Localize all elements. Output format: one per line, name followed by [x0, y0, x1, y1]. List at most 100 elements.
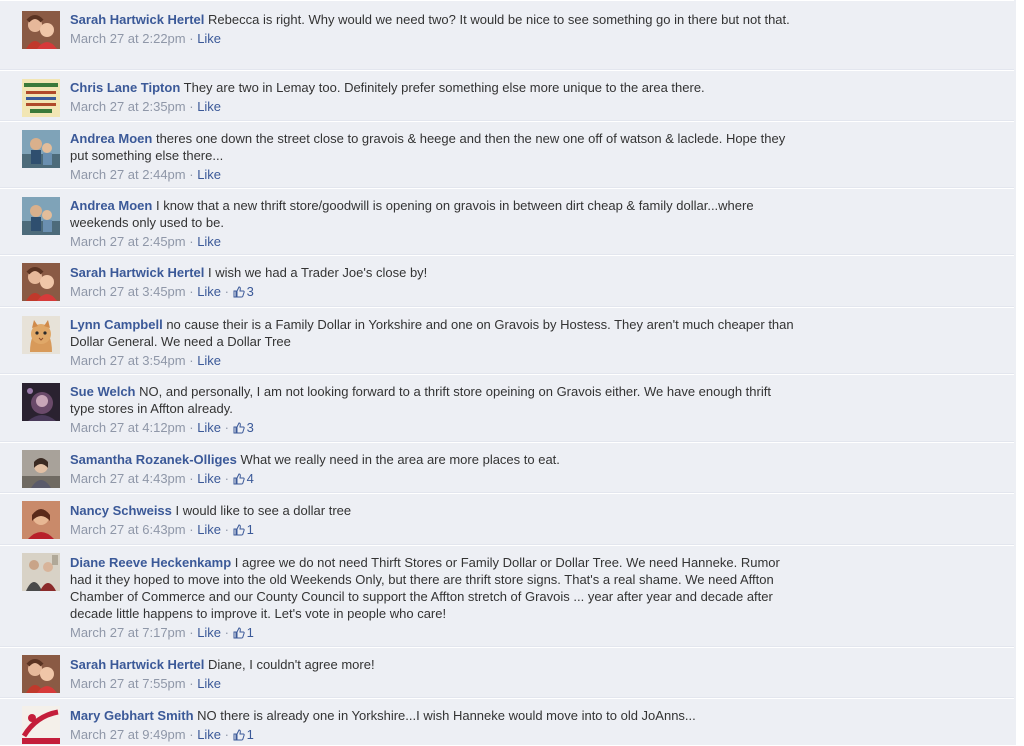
comment-meta: March 27 at 4:12pm · Like · 3 [70, 418, 795, 439]
comment-text: Diane, I couldn't agree more! [208, 657, 375, 672]
meta-separator: · [221, 284, 233, 299]
comment-text: Rebecca is right. Why would we need two?… [208, 12, 790, 27]
comment-author[interactable]: Chris Lane Tipton [70, 80, 180, 95]
thumbs-up-icon[interactable] [233, 284, 245, 303]
andrea-avatar[interactable] [22, 130, 60, 168]
like-count[interactable]: 4 [247, 471, 254, 486]
thumbs-up-icon[interactable] [233, 471, 245, 490]
comment-meta: March 27 at 2:45pm · Like [70, 232, 795, 251]
comment-meta: March 27 at 3:54pm · Like [70, 351, 795, 370]
meta-separator: · [185, 99, 198, 114]
like-count[interactable]: 1 [247, 625, 254, 640]
andrea-avatar[interactable] [22, 197, 60, 235]
chris-avatar[interactable] [22, 79, 60, 117]
like-link[interactable]: Like [197, 522, 221, 537]
comment-text: theres one down the street close to grav… [70, 131, 786, 163]
comment-author[interactable]: Diane Reeve Heckenkamp [70, 555, 231, 570]
comment-item: Chris Lane Tipton They are two in Lemay … [0, 70, 1014, 121]
meta-separator: · [185, 420, 198, 435]
meta-separator: · [185, 471, 198, 486]
comment-meta: March 27 at 2:22pm · Like [70, 29, 795, 48]
comment-author[interactable]: Sarah Hartwick Hertel [70, 12, 204, 27]
comment-text: NO, and personally, I am not looking for… [70, 384, 771, 416]
like-link[interactable]: Like [197, 471, 221, 486]
comment-item: Sarah Hartwick Hertel I wish we had a Tr… [0, 255, 1014, 307]
sue-avatar[interactable] [22, 383, 60, 421]
like-link[interactable]: Like [197, 727, 221, 742]
comment-meta: March 27 at 7:55pm · Like [70, 674, 795, 693]
mary-avatar[interactable] [22, 706, 60, 744]
comment-author[interactable]: Sarah Hartwick Hertel [70, 657, 204, 672]
like-count[interactable]: 1 [247, 522, 254, 537]
like-link[interactable]: Like [197, 31, 221, 46]
like-link[interactable]: Like [197, 167, 221, 182]
comment-meta: March 27 at 3:45pm · Like · 3 [70, 282, 795, 303]
comment-text: no cause their is a Family Dollar in Yor… [70, 317, 794, 349]
comment-timestamp[interactable]: March 27 at 4:43pm [70, 471, 186, 486]
comment-item: Sarah Hartwick Hertel Rebecca is right. … [0, 0, 1014, 70]
meta-separator: · [221, 420, 233, 435]
meta-separator: · [185, 353, 198, 368]
diane-avatar[interactable] [22, 553, 60, 591]
lynn-avatar[interactable] [22, 316, 60, 354]
comment-timestamp[interactable]: March 27 at 7:55pm [70, 676, 186, 691]
like-link[interactable]: Like [197, 625, 221, 640]
comment-author[interactable]: Andrea Moen [70, 198, 152, 213]
sarah-avatar[interactable] [22, 11, 60, 49]
comment-timestamp[interactable]: March 27 at 3:54pm [70, 353, 186, 368]
like-count[interactable]: 3 [247, 420, 254, 435]
like-link[interactable]: Like [197, 420, 221, 435]
comment-thread-panel: Sarah Hartwick Hertel Rebecca is right. … [0, 0, 1017, 745]
like-count[interactable]: 1 [247, 727, 254, 742]
comment-author[interactable]: Andrea Moen [70, 131, 152, 146]
comment-timestamp[interactable]: March 27 at 7:17pm [70, 625, 186, 640]
comment-timestamp[interactable]: March 27 at 3:45pm [70, 284, 186, 299]
like-link[interactable]: Like [197, 676, 221, 691]
thumbs-up-icon[interactable] [233, 522, 245, 541]
comment-item: Diane Reeve Heckenkamp I agree we do not… [0, 545, 1014, 647]
comment-author[interactable]: Sue Welch [70, 384, 136, 399]
like-link[interactable]: Like [197, 234, 221, 249]
comment-author[interactable]: Sarah Hartwick Hertel [70, 265, 204, 280]
meta-separator: · [185, 31, 198, 46]
like-link[interactable]: Like [197, 353, 221, 368]
comment-timestamp[interactable]: March 27 at 2:35pm [70, 99, 186, 114]
comment-text: NO there is already one in Yorkshire...I… [197, 708, 696, 723]
comment-meta: March 27 at 4:43pm · Like · 4 [70, 469, 795, 490]
samantha-avatar[interactable] [22, 450, 60, 488]
comment-timestamp[interactable]: March 27 at 2:45pm [70, 234, 186, 249]
page-margin [1016, 0, 1024, 745]
comment-meta: March 27 at 2:44pm · Like [70, 165, 795, 184]
comment-timestamp[interactable]: March 27 at 2:22pm [70, 31, 186, 46]
comment-meta: March 27 at 2:35pm · Like [70, 97, 795, 116]
comment-item: Sarah Hartwick Hertel Diane, I couldn't … [0, 647, 1014, 698]
comment-author[interactable]: Lynn Campbell [70, 317, 163, 332]
comment-timestamp[interactable]: March 27 at 6:43pm [70, 522, 186, 537]
nancy-avatar[interactable] [22, 501, 60, 539]
thumbs-up-icon[interactable] [233, 625, 245, 644]
sarah-avatar[interactable] [22, 263, 60, 301]
comment-author[interactable]: Samantha Rozanek-Olliges [70, 452, 237, 467]
thumbs-up-icon[interactable] [233, 420, 245, 439]
comment-timestamp[interactable]: March 27 at 9:49pm [70, 727, 186, 742]
meta-separator: · [185, 676, 198, 691]
comment-text: I would like to see a dollar tree [175, 503, 352, 518]
comment-item: Andrea Moen I know that a new thrift sto… [0, 188, 1014, 255]
like-count[interactable]: 3 [247, 284, 254, 299]
thumbs-up-icon[interactable] [233, 727, 245, 746]
like-link[interactable]: Like [197, 284, 221, 299]
comment-item: Sue Welch NO, and personally, I am not l… [0, 374, 1014, 442]
comment-author[interactable]: Nancy Schweiss [70, 503, 172, 518]
comment-timestamp[interactable]: March 27 at 2:44pm [70, 167, 186, 182]
comment-author[interactable]: Mary Gebhart Smith [70, 708, 194, 723]
comment-timestamp[interactable]: March 27 at 4:12pm [70, 420, 186, 435]
sarah-avatar[interactable] [22, 655, 60, 693]
like-link[interactable]: Like [197, 99, 221, 114]
comment-meta: March 27 at 9:49pm · Like · 1 [70, 725, 795, 746]
comment-text: What we really need in the area are more… [240, 452, 560, 467]
meta-separator: · [221, 625, 233, 640]
meta-separator: · [185, 234, 198, 249]
meta-separator: · [185, 167, 198, 182]
meta-separator: · [221, 471, 233, 486]
meta-separator: · [221, 522, 233, 537]
